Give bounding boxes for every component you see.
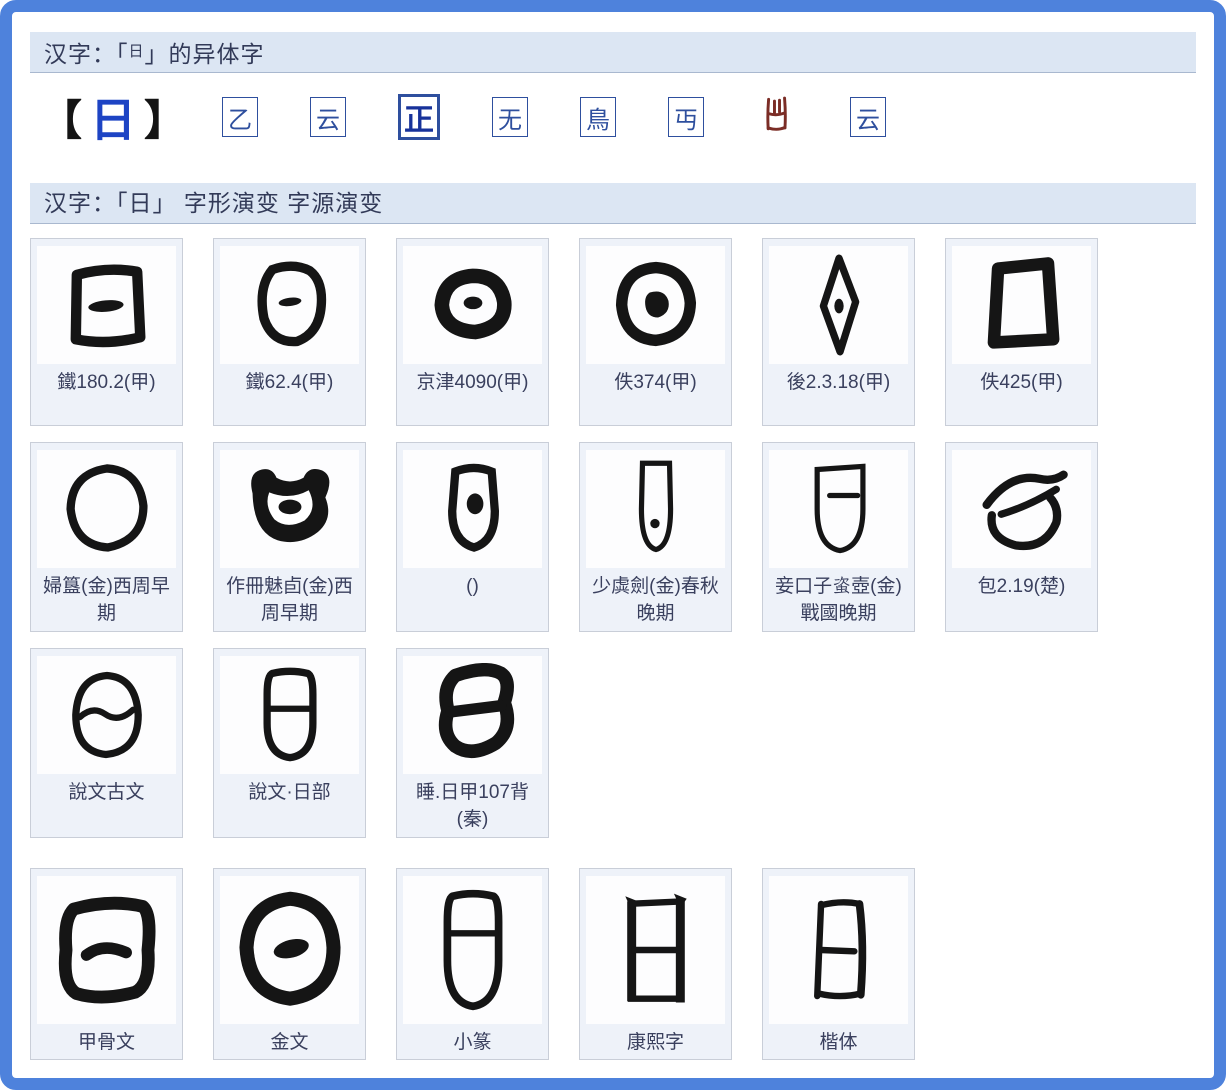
glyph-caption: 作冊魅卣(金)西周早期 (220, 573, 359, 623)
glyph-image-oracle-ring-slit (403, 246, 542, 364)
glyph-image-xiaozhuan (403, 876, 542, 1024)
glyph-image-bronze-shield-dot (403, 450, 542, 568)
variant-char-link[interactable]: 乙 (222, 97, 258, 137)
glyph-card: 𤼈鐘(金)西周中期 (396, 442, 549, 632)
bracket-open: 【 (40, 87, 82, 148)
glyph-image-qin-bold (403, 656, 542, 774)
glyph-card: 金文 (213, 868, 366, 1060)
glyph-card: 康熙字 (579, 868, 732, 1060)
glyph-row-seal: 說文古文 說文·日部 睡.日甲107背(秦) (30, 648, 1196, 838)
glyph-caption: 睡.日甲107背(秦) (403, 779, 542, 833)
glyph-caption: 說文古文 (37, 779, 176, 806)
glyph-caption: 康熙字 (586, 1029, 725, 1059)
glyph-card: 說文古文 (30, 648, 183, 838)
evolution-header-text-post: 」 字形演变 字源演变 (153, 190, 384, 216)
glyph-image-jiaguwen (37, 876, 176, 1024)
glyph-caption: 少虡劍(金)春秋晚期 (586, 573, 725, 623)
page-frame: 汉字：「日」的异体字 【 日 】 乙云正无鳥丏云 汉字：「日」 字形演变 字源演… (0, 0, 1226, 1090)
variant-char-link[interactable]: 云 (310, 97, 346, 137)
glyph-card: 佚425(甲) (945, 238, 1098, 426)
variant-char-link[interactable]: 云 (850, 97, 886, 137)
glyph-row-final: 甲骨文 金文 小篆 康熙字 楷体 (30, 868, 1196, 1060)
variant-items: 乙云正无鳥丏云 (222, 93, 886, 141)
glyph-caption: 後2.3.18(甲) (769, 369, 908, 399)
variant-glyph-image[interactable] (756, 93, 798, 141)
glyph-row-ancient: 鐵180.2(甲) 鐵62.4(甲) 京津4090(甲) 佚374(甲) 後2.3.18… (30, 238, 1196, 426)
glyph-caption: 京津4090(甲) (403, 369, 542, 399)
glyph-caption: 妾口子𧊒壺(金)戰國晚期 (769, 573, 908, 623)
glyph-caption: 佚374(甲) (586, 369, 725, 399)
evolution-grid: 鐵180.2(甲) 鐵62.4(甲) 京津4090(甲) 佚374(甲) 後2.3.18… (30, 238, 1196, 1060)
evolution-header-text-pre: 汉字：「 (44, 190, 129, 216)
glyph-caption: 金文 (220, 1029, 359, 1059)
bracket-close: 】 (144, 87, 186, 148)
variants-header-bar: 汉字：「日」的异体字 (30, 32, 1196, 73)
variant-row: 【 日 】 乙 云 正 无 鳥 丏 云 (30, 73, 1196, 161)
glyph-card: 睡.日甲107背(秦) (396, 648, 549, 838)
evolution-header-bar: 汉字：「日」 字形演变 字源演变 (30, 183, 1196, 224)
glyph-image-bronze-tomb-dash (769, 450, 908, 568)
glyph-caption: 鐵62.4(甲) (220, 369, 359, 399)
glyph-caption: 婦簋(金)西周早期 (37, 573, 176, 623)
glyph-image-kaiti (769, 876, 908, 1024)
glyph-image-chu-eye (952, 450, 1091, 568)
glyph-caption: 𤼈鐘(金)西周中期 (403, 573, 542, 623)
glyph-image-kangxi (586, 876, 725, 1024)
glyph-card: 說文·日部 (213, 648, 366, 838)
glyph-image-shuowen-seal (220, 656, 359, 774)
evolution-header-char: 日 (129, 190, 153, 216)
glyph-card: 鐵180.2(甲) (30, 238, 183, 426)
glyph-caption: 甲骨文 (37, 1029, 176, 1059)
glyph-image-bronze-circle (37, 450, 176, 568)
glyph-card: 後2.3.18(甲) (762, 238, 915, 426)
glyph-image-bronze-pot (220, 450, 359, 568)
glyph-caption: 鐵180.2(甲) (37, 369, 176, 399)
glyph-card: 婦簋(金)西周早期 (30, 442, 183, 632)
glyph-image-oracle-diamond-dot (769, 246, 908, 364)
variants-header-text-pre: 汉字：「 (44, 41, 129, 67)
glyph-image-oracle-ring-dot (586, 246, 725, 364)
variants-header-text-post: 」的异体字 (145, 41, 265, 67)
glyph-card: 楷体 (762, 868, 915, 1060)
glyph-caption: 楷体 (769, 1029, 908, 1059)
glyph-image-oracle-square-dash (37, 246, 176, 364)
variant-char-link[interactable]: 正 (398, 94, 440, 140)
glyph-card: 鐵62.4(甲) (213, 238, 366, 426)
glyph-card: 京津4090(甲) (396, 238, 549, 426)
glyph-image-jinwen (220, 876, 359, 1024)
glyph-image-oracle-square-empty (952, 246, 1091, 364)
glyph-image-shuowen-guwen (37, 656, 176, 774)
variants-header-char: 日 (129, 43, 145, 60)
glyph-card: 小篆 (396, 868, 549, 1060)
glyph-caption: 包2.19(楚) (952, 573, 1091, 623)
glyph-row-bronze: 婦簋(金)西周早期作冊魅卣(金)西周早期 𤼈鐘(金)西周中期少虡劍(金)春秋晚期妾… (30, 442, 1196, 632)
glyph-card: 妾口子𧊒壺(金)戰國晚期 (762, 442, 915, 632)
glyph-card: 包2.19(楚) (945, 442, 1098, 632)
glyph-card: 作冊魅卣(金)西周早期 (213, 442, 366, 632)
main-character: 日 (90, 84, 136, 150)
variant-char-link[interactable]: 无 (492, 97, 528, 137)
variant-char-link[interactable]: 鳥 (580, 97, 616, 137)
glyph-image-oracle-round-dash (220, 246, 359, 364)
glyph-card: 少虡劍(金)春秋晚期 (579, 442, 732, 632)
glyph-caption: 說文·日部 (220, 779, 359, 806)
glyph-image-bronze-tall-dot (586, 450, 725, 568)
glyph-caption: 小篆 (403, 1029, 542, 1059)
glyph-card: 甲骨文 (30, 868, 183, 1060)
variant-char-link[interactable]: 丏 (668, 97, 704, 137)
glyph-card: 佚374(甲) (579, 238, 732, 426)
glyph-caption: 佚425(甲) (952, 369, 1091, 399)
